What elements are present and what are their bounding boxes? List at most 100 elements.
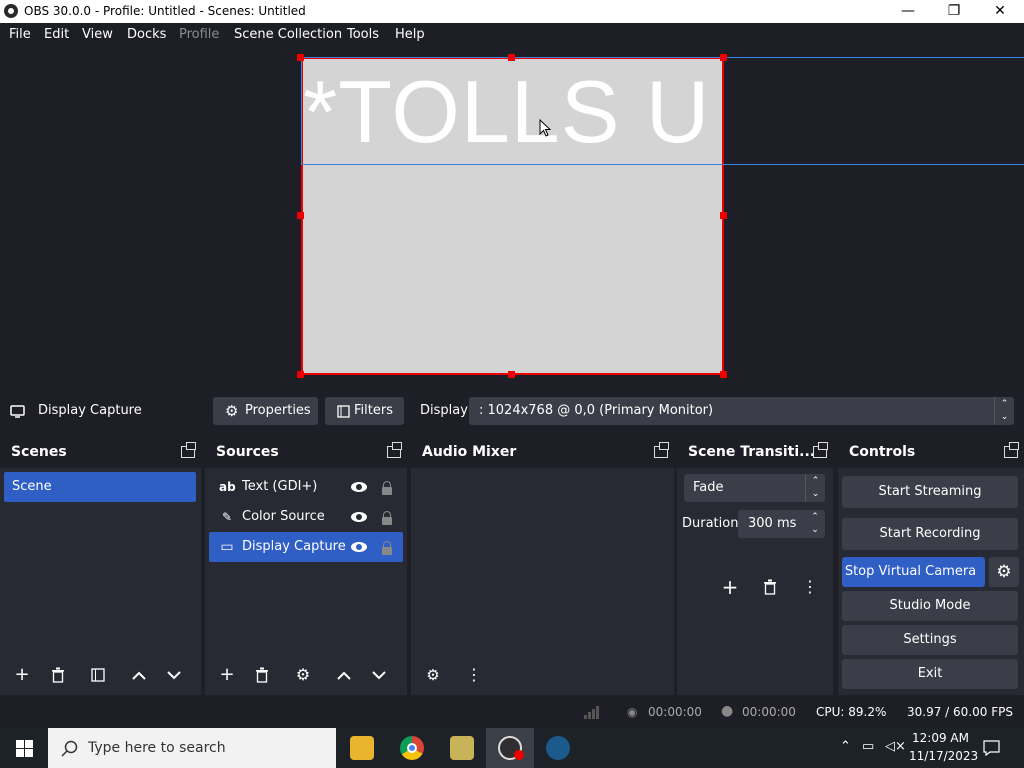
guide-line-bottom [301, 164, 1024, 165]
remove-transition-button[interactable] [756, 573, 784, 601]
add-source-button[interactable]: + [213, 661, 241, 689]
monitor-icon [10, 405, 25, 418]
sources-dock-title: Sources [205, 437, 407, 468]
undock-icon[interactable] [1004, 442, 1019, 458]
resize-handle-r[interactable] [720, 212, 727, 219]
visibility-eye-icon[interactable] [351, 542, 367, 552]
visibility-eye-icon[interactable] [351, 482, 367, 492]
transition-more-options-icon[interactable]: ⋮ [796, 573, 824, 601]
resize-handle-bl[interactable] [297, 371, 304, 378]
steam-icon[interactable] [546, 736, 570, 760]
undock-icon[interactable] [387, 442, 402, 458]
lock-icon[interactable] [382, 481, 392, 495]
source-context-bar: Display Capture ⚙ Properties Filters Dis… [0, 395, 1024, 429]
app-bee-icon[interactable] [450, 736, 474, 760]
menu-profile[interactable]: Profile [179, 27, 219, 42]
spin-arrows-icon[interactable]: ⌃ ⌄ [805, 510, 825, 538]
resize-handle-tl[interactable] [297, 54, 304, 61]
source-item-text[interactable]: ab Text (GDI+) [209, 472, 403, 502]
advanced-audio-gear-icon[interactable]: ⚙ [419, 661, 447, 689]
resize-handle-b[interactable] [508, 371, 515, 378]
menu-docks[interactable]: Docks [127, 27, 166, 42]
virtual-camera-settings-gear-icon[interactable]: ⚙ [989, 557, 1019, 587]
mouse-cursor-icon [539, 119, 551, 137]
undock-icon[interactable] [654, 442, 669, 458]
maximize-button[interactable]: ❐ [931, 0, 977, 23]
resize-handle-t[interactable] [508, 54, 515, 61]
minimize-button[interactable]: — [885, 0, 931, 23]
guide-line-left [301, 57, 302, 165]
chrome-icon[interactable] [400, 736, 424, 760]
start-streaming-button[interactable]: Start Streaming [842, 476, 1018, 508]
undock-icon[interactable] [813, 442, 828, 458]
menu-tools[interactable]: Tools [347, 27, 379, 42]
move-scene-down-button[interactable] [160, 661, 188, 689]
filters-label: Filters [354, 403, 393, 418]
windows-start-icon[interactable] [16, 740, 33, 757]
preview-text-source[interactable]: *TOLLS U [303, 61, 722, 163]
resize-handle-br[interactable] [720, 371, 727, 378]
filters-button[interactable]: Filters [325, 397, 404, 425]
source-properties-gear-icon[interactable]: ⚙ [289, 661, 317, 689]
resize-handle-l[interactable] [297, 212, 304, 219]
tray-chevron-up-icon[interactable]: ⌃ [840, 739, 851, 754]
exit-button[interactable]: Exit [842, 659, 1018, 689]
move-source-up-button[interactable] [330, 661, 358, 689]
scene-item[interactable]: Scene [4, 472, 196, 502]
display-select[interactable]: : 1024x768 @ 0,0 (Primary Monitor) ⌃ ⌄ [469, 397, 1014, 425]
scene-filters-button[interactable] [84, 661, 112, 689]
record-time: 00:00:00 [742, 705, 796, 719]
menu-edit[interactable]: Edit [44, 27, 69, 42]
settings-button[interactable]: Settings [842, 625, 1018, 655]
resize-handle-tr[interactable] [720, 54, 727, 61]
source-item-color[interactable]: ✎ Color Source [209, 502, 403, 532]
preview-canvas[interactable]: *TOLLS U [301, 57, 724, 375]
properties-button[interactable]: ⚙ Properties [213, 397, 318, 425]
more-options-icon[interactable]: ⋮ [460, 661, 488, 689]
notifications-icon[interactable] [983, 740, 1000, 756]
network-icon[interactable]: ▭ [862, 739, 874, 754]
lock-icon[interactable] [382, 541, 392, 555]
transition-select[interactable]: Fade ⌃ ⌄ [684, 474, 825, 502]
menu-file[interactable]: File [9, 27, 31, 42]
scene-transitions-body: + ⋮ [677, 468, 833, 695]
undock-icon[interactable] [181, 442, 196, 458]
visibility-eye-icon[interactable] [351, 512, 367, 522]
remove-scene-button[interactable] [44, 661, 72, 689]
source-item-label: Color Source [242, 509, 325, 524]
move-source-down-button[interactable] [365, 661, 393, 689]
studio-mode-button[interactable]: Studio Mode [842, 591, 1018, 621]
remove-source-button[interactable] [248, 661, 276, 689]
duration-spinbox[interactable]: 300 ms ⌃ ⌄ [738, 510, 825, 538]
sources-dock: Sources ab Text (GDI+) ✎ Color Source ▭ … [205, 437, 407, 695]
menu-scene-collection[interactable]: Scene Collection [234, 27, 342, 42]
clock-date[interactable]: 11/17/2023 [909, 749, 978, 763]
taskbar-search-box[interactable]: Type here to search [48, 728, 336, 768]
guide-line-top [301, 57, 1024, 58]
display-select-value: : 1024x768 @ 0,0 (Primary Monitor) [479, 403, 714, 418]
speaker-muted-icon[interactable]: ◁× [885, 739, 906, 754]
lock-icon[interactable] [382, 511, 392, 525]
scenes-dock-title: Scenes [0, 437, 201, 468]
file-explorer-icon[interactable] [350, 736, 374, 760]
move-scene-up-button[interactable] [125, 661, 153, 689]
status-bar: ◉ 00:00:00 ● 00:00:00 CPU: 89.2% 30.97 /… [0, 697, 1024, 728]
source-item-display-capture[interactable]: ▭ Display Capture [209, 532, 403, 562]
source-item-label: Display Capture [242, 539, 346, 554]
add-transition-button[interactable]: + [716, 573, 744, 601]
start-recording-button[interactable]: Start Recording [842, 518, 1018, 550]
add-scene-button[interactable]: + [8, 661, 36, 689]
audio-mixer-title-text: Audio Mixer [422, 444, 517, 460]
trash-icon [764, 579, 776, 595]
stop-virtual-camera-button[interactable]: Stop Virtual Camera [842, 557, 985, 587]
menu-view[interactable]: View [82, 27, 113, 42]
preview-area[interactable]: *TOLLS U [0, 47, 1024, 391]
close-button[interactable]: ✕ [977, 0, 1023, 23]
clock-time[interactable]: 12:09 AM [912, 731, 969, 745]
properties-label: Properties [245, 403, 311, 418]
obs-taskbar-active[interactable] [486, 728, 534, 768]
search-placeholder: Type here to search [88, 740, 226, 756]
menu-help[interactable]: Help [395, 27, 425, 42]
menu-bar: File Edit View Docks Profile Scene Colle… [0, 23, 1024, 47]
stream-status-icon: ◉ [627, 705, 638, 719]
